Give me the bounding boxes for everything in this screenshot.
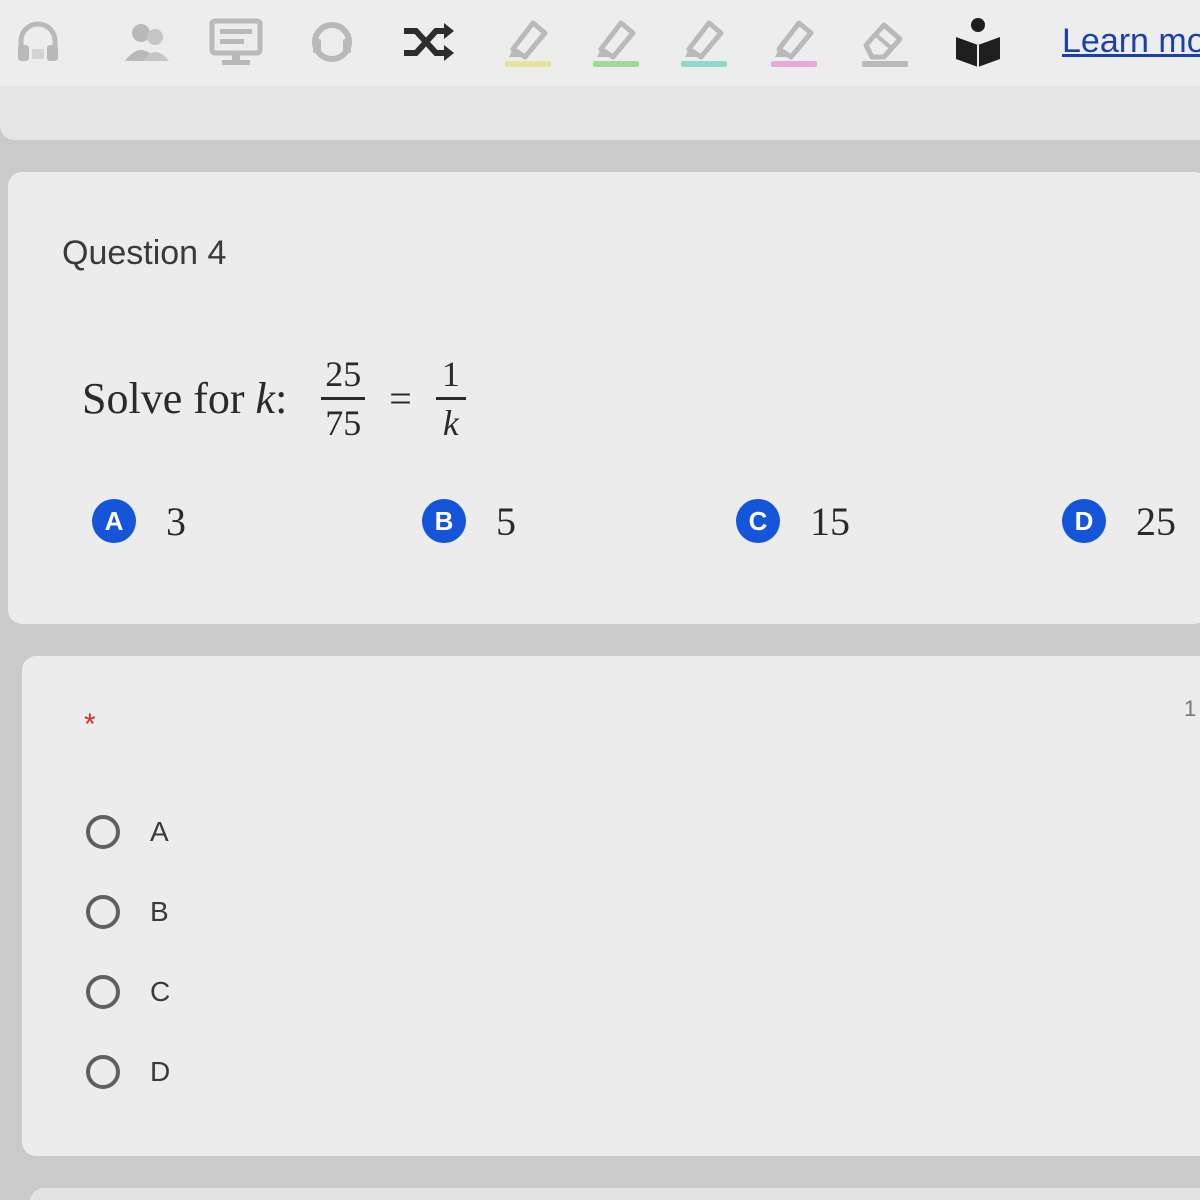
prompt-variable: k	[255, 373, 276, 423]
page: Learn mo Question 4 Solve for k: 25 75 =…	[0, 0, 1200, 1200]
right-denominator: k	[442, 402, 459, 443]
points-label: 1	[1184, 696, 1197, 721]
highlighter-pink-icon[interactable]	[766, 14, 822, 70]
option-a[interactable]: A	[86, 810, 169, 854]
left-numerator: 25	[325, 353, 362, 394]
highlighter-teal-icon[interactable]	[676, 14, 732, 70]
choice-d: D 25	[1062, 498, 1176, 544]
shuffle-icon[interactable]	[400, 14, 456, 70]
choice-value: 5	[496, 498, 516, 544]
prompt-text: Solve for k:	[82, 373, 287, 424]
previous-card	[0, 86, 1200, 140]
toolbar: Learn mo	[0, 0, 1200, 86]
headphones-icon[interactable]	[10, 14, 66, 70]
right-fraction: 1 k	[435, 353, 466, 443]
question-card: Question 4 Solve for k: 25 75 = 1 k A 3 …	[8, 172, 1200, 624]
right-numerator: 1	[441, 353, 460, 394]
choice-value: 3	[166, 498, 186, 544]
choice-badge: D	[1062, 499, 1106, 543]
left-fraction: 25 75	[321, 353, 366, 443]
radio-button[interactable]	[86, 1055, 120, 1089]
answer-card: * 1 A B C D	[22, 656, 1200, 1156]
option-label: A	[150, 816, 169, 847]
question-prompt: Solve for k: 25 75 = 1 k	[82, 350, 466, 446]
option-label: D	[150, 1056, 171, 1087]
radio-button[interactable]	[86, 975, 120, 1009]
equals-sign: =	[389, 375, 412, 421]
left-denominator: 75	[325, 402, 362, 443]
prompt-colon: :	[275, 373, 288, 423]
prompt-lead: Solve for	[82, 373, 245, 423]
choice-badge: C	[736, 499, 780, 543]
reader-icon[interactable]	[950, 14, 1006, 70]
option-c[interactable]: C	[86, 970, 170, 1014]
choice-value: 15	[810, 498, 850, 544]
choice-badge: B	[422, 499, 466, 543]
monitor-icon[interactable]	[208, 14, 264, 70]
support-icon[interactable]	[304, 14, 360, 70]
choice-b: B 5	[422, 498, 516, 544]
radio-button[interactable]	[86, 815, 120, 849]
eraser-icon[interactable]	[856, 14, 912, 70]
option-label: C	[150, 976, 171, 1007]
radio-button[interactable]	[86, 895, 120, 929]
highlighter-yellow-icon[interactable]	[500, 14, 556, 70]
answer-choices: A 3 B 5 C 15 D 25	[92, 498, 1200, 544]
people-icon[interactable]	[118, 14, 174, 70]
fraction-bar	[321, 396, 366, 400]
option-b[interactable]: B	[86, 890, 169, 934]
choice-a: A 3	[92, 498, 186, 544]
required-mark: *	[84, 708, 96, 741]
question-title: Question 4	[62, 234, 227, 272]
option-d[interactable]: D	[86, 1050, 170, 1094]
choice-value: 25	[1136, 498, 1176, 544]
highlighter-green-icon[interactable]	[588, 14, 644, 70]
option-label: B	[150, 896, 169, 927]
fraction-bar	[435, 396, 466, 400]
learn-more-link[interactable]: Learn mo	[1062, 22, 1200, 61]
choice-badge: A	[92, 499, 136, 543]
next-card	[30, 1188, 1200, 1200]
choice-c: C 15	[736, 498, 850, 544]
